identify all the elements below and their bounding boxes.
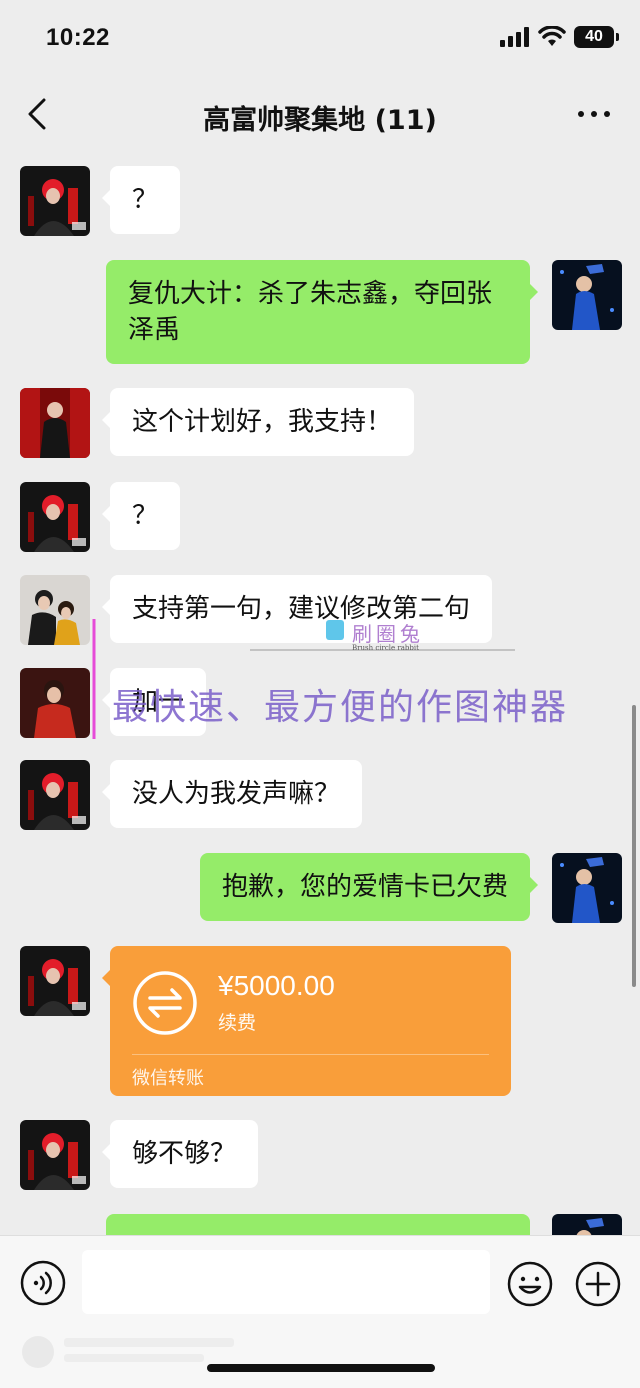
transfer-note: 续费 (218, 1012, 257, 1034)
watermark-brand: 刷圈兔 (352, 622, 424, 646)
battery-indicator: 40 (574, 26, 619, 48)
red-hair-avatar-icon (20, 482, 90, 552)
red-hair-avatar-icon (20, 166, 90, 236)
avatar[interactable] (20, 1120, 90, 1190)
voice-input-icon[interactable] (20, 1260, 66, 1306)
blue-outfit-avatar-icon (552, 260, 622, 330)
red-hair-avatar-icon (20, 1120, 90, 1190)
message-bubble[interactable]: 支持第一句，建议修改第二句 (101, 575, 493, 643)
scroll-indicator[interactable] (632, 705, 636, 987)
message-bubble[interactable] (106, 1214, 530, 1235)
red-hair-avatar-icon (20, 946, 90, 1016)
wechat-transfer-card[interactable]: ¥5000.00 续费 微信转账 (102, 946, 511, 1096)
avatar[interactable] (20, 575, 90, 645)
message-bubble[interactable]: 够不够？ (101, 1120, 259, 1188)
wifi-icon (538, 26, 566, 46)
emoji-icon[interactable] (506, 1260, 554, 1308)
chat-title: 高富帅聚集地 (11) (203, 105, 437, 136)
red-stage-avatar-icon (20, 388, 90, 458)
message-bubble[interactable]: ？ (101, 166, 181, 234)
transfer-arrows-icon (133, 971, 197, 1035)
cellular-signal-icon (500, 27, 529, 47)
avatar[interactable] (20, 388, 90, 458)
message-bubble[interactable]: 复仇大计：杀了朱志鑫，夺回张泽禹 (106, 260, 538, 364)
red-hair-avatar-icon (20, 760, 90, 830)
avatar[interactable] (552, 853, 622, 923)
status-bar: 10:22 40 (0, 0, 640, 80)
watermark-tagline: 最快速、最方便的作图神器 (112, 687, 569, 728)
message-input[interactable] (82, 1250, 490, 1314)
watermark-brand-sub: Brush circle rabbit (352, 644, 419, 652)
nav-bar: 高富帅聚集地 (11) (0, 80, 640, 150)
red-jacket-avatar-icon (20, 668, 90, 738)
more-options-icon[interactable] (576, 100, 612, 128)
transfer-amount: ¥5000.00 (218, 970, 335, 1001)
avatar[interactable] (20, 946, 90, 1016)
avatar[interactable] (552, 260, 622, 330)
transfer-label: 微信转账 (132, 1068, 204, 1089)
blue-outfit-avatar-icon (552, 1214, 622, 1235)
avatar[interactable] (20, 482, 90, 552)
avatar[interactable] (20, 166, 90, 236)
avatar[interactable] (20, 668, 90, 738)
message-bubble[interactable]: 这个计划好，我支持！ (101, 388, 415, 456)
blue-outfit-avatar-icon (552, 853, 622, 923)
add-more-icon[interactable] (574, 1260, 622, 1308)
divider (132, 1054, 489, 1055)
duo-avatar-icon (20, 575, 90, 645)
message-bubble[interactable]: 没人为我发声嘛？ (101, 760, 363, 828)
home-indicator[interactable] (207, 1364, 435, 1372)
watermark-logo-icon (326, 620, 344, 640)
avatar[interactable] (552, 1214, 622, 1235)
avatar[interactable] (20, 760, 90, 830)
message-bubble[interactable]: ？ (101, 482, 181, 550)
message-bubble[interactable]: 抱歉，您的爱情卡已欠费 (199, 853, 539, 921)
status-time: 10:22 (46, 24, 110, 51)
